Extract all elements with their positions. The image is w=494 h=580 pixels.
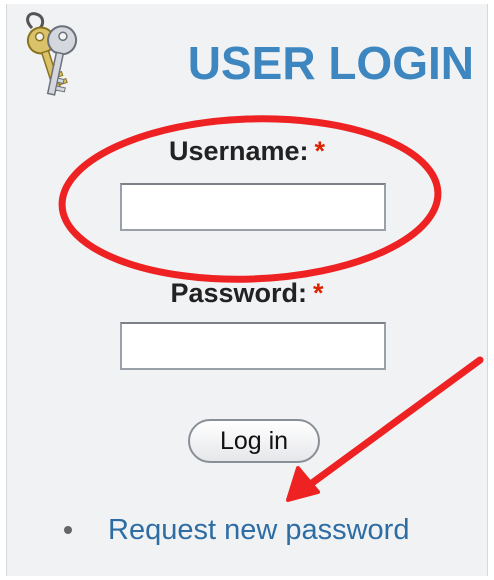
username-label: Username: * (0, 136, 494, 167)
username-label-text: Username: (168, 136, 309, 166)
keys-icon (26, 12, 78, 96)
username-required-mark: * (314, 136, 326, 166)
list-item: Request new password (64, 510, 409, 550)
password-label: Password: * (0, 278, 494, 309)
login-button[interactable]: Log in (188, 419, 320, 463)
username-field[interactable] (120, 183, 386, 231)
bullet-icon (64, 526, 72, 534)
password-label-text: Password: (170, 278, 308, 308)
login-links-list: Request new password (64, 510, 409, 550)
password-field[interactable] (120, 322, 386, 370)
request-new-password-link[interactable]: Request new password (108, 514, 409, 546)
password-required-mark: * (313, 278, 324, 308)
block-title: USER LOGIN (187, 37, 474, 89)
